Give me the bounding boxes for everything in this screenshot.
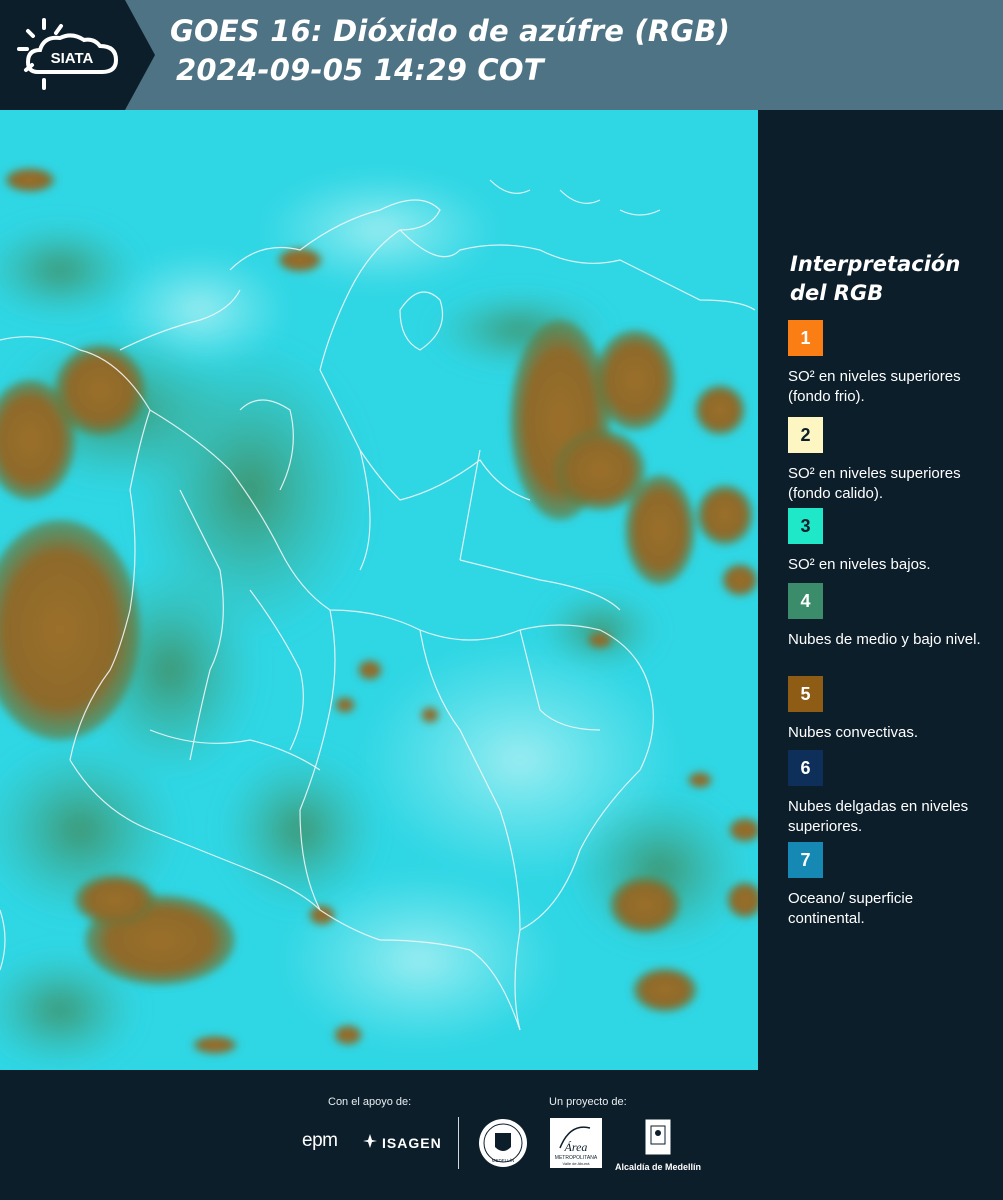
legend-item-5: 5 Nubes convectivas. [788,676,988,743]
legend-item-3: 3 SO² en niveles bajos. [788,508,988,575]
svg-text:Valle de Aburrá: Valle de Aburrá [562,1161,590,1166]
svg-text:Área: Área [564,1140,588,1154]
support-caption: Con el apoyo de: [328,1096,412,1108]
epm-logo[interactable]: epm [302,1130,338,1152]
legend-item-2: 2 SO² en niveles superiores (fondo calid… [788,417,988,506]
isagen-logo[interactable]: ISAGEN [362,1133,442,1152]
legend-label-7: Oceano/ superficie continental. [788,890,914,927]
legend-label-4: Nubes de medio y bajo nivel. [788,631,981,648]
legend-item-1: 1 SO² en niveles superiores (fondo frio)… [788,320,988,407]
legend-item-4: 4 Nubes de medio y bajo nivel. [788,583,988,650]
page-title: GOES 16: Dióxido de azúfre (RGB) [170,14,731,48]
legend-swatch-1: 1 [788,320,823,356]
legend-swatch-2: 2 [788,417,823,453]
legend-item-6: 6 Nubes delgadas en niveles superiores. [788,750,988,837]
medellin-shield-icon [644,1118,672,1156]
legend-label-3: SO² en niveles bajos. [788,556,931,573]
footer-divider [458,1117,459,1169]
page-timestamp: 2024-09-05 14:29 COT [176,53,544,87]
legend-swatch-5: 5 [788,676,823,712]
project-caption: Un proyecto de: [549,1096,627,1108]
legend-item-7: 7 Oceano/ superficie continental. [788,842,988,929]
alcaldia-label: Alcaldía de Medellín [614,1162,702,1172]
legend-label-2: SO² en niveles superiores (fondo calido)… [788,465,961,502]
legend-panel: Interpretación del RGB 1 SO² en niveles … [760,110,1003,1070]
svg-text:MEDELLÍN: MEDELLÍN [492,1157,515,1163]
header-bar: SIATA GOES 16: Dióxido de azúfre (RGB) 2… [0,0,1003,110]
footer: Con el apoyo de: Un proyecto de: epm ISA… [0,1070,1003,1200]
legend-swatch-3: 3 [788,508,823,544]
legend-swatch-4: 4 [788,583,823,619]
svg-text:SIATA: SIATA [51,50,94,67]
legend-swatch-7: 7 [788,842,823,878]
legend-label-6: Nubes delgadas en niveles superiores. [788,798,969,835]
satellite-image [0,110,758,1070]
siata-logo[interactable]: SIATA [0,0,155,110]
legend-swatch-6: 6 [788,750,823,786]
legend-title: Interpretación del RGB [790,252,961,305]
isagen-mark-icon [362,1133,378,1152]
legend-label-1: SO² en niveles superiores (fondo frio). [788,368,961,405]
alcaldia-medellin-logo[interactable]: Alcaldía de Medellín [612,1118,704,1172]
medellin-seal-icon[interactable]: MEDELLÍN [477,1117,529,1173]
legend-label-5: Nubes convectivas. [788,724,919,741]
area-metropolitana-logo[interactable]: Área METROPOLITANA Valle de Aburrá [550,1118,602,1172]
